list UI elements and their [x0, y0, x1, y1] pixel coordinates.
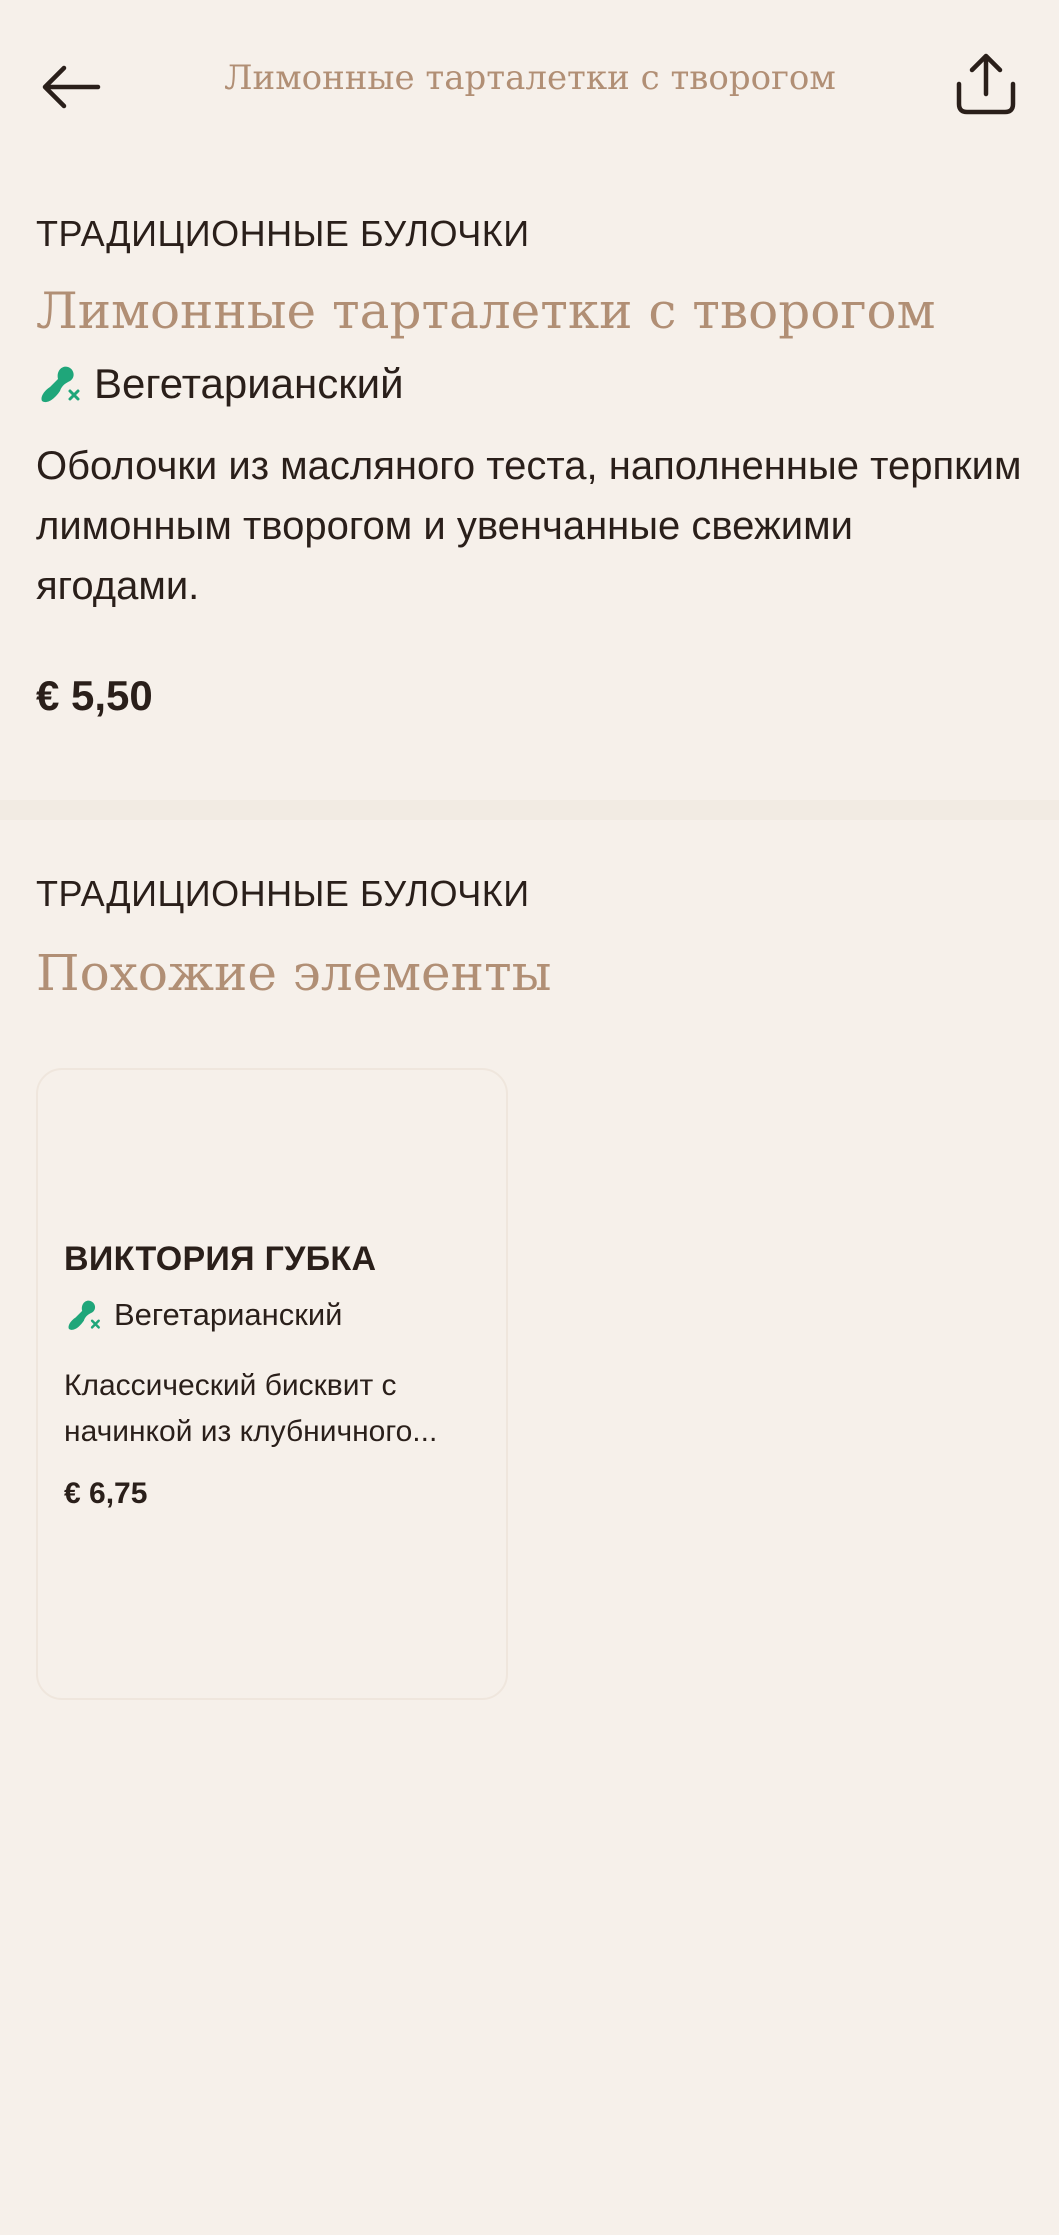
section-divider	[0, 800, 1059, 820]
related-item-content: ВИКТОРИЯ ГУБКА Вегетарианский Классическ…	[64, 1240, 494, 1511]
product-description: Оболочки из масляного теста, наполненные…	[36, 444, 1022, 608]
vegetarian-icon	[36, 361, 82, 407]
dietary-tag-label: Вегетарианский	[94, 360, 404, 407]
dietary-tag: Вегетарианский	[36, 358, 1026, 410]
related-item-card[interactable]: ВИКТОРИЯ ГУБКА Вегетарианский Классическ…	[36, 1068, 508, 1700]
product-title: Лимонные тарталетки с творогом	[36, 282, 936, 340]
related-category: ТРАДИЦИОННЫЕ БУЛОЧКИ	[36, 873, 530, 914]
related-section: ТРАДИЦИОННЫЕ БУЛОЧКИ Похожие элементы	[36, 870, 1026, 1006]
related-item-tag: Вегетарианский	[64, 1295, 494, 1335]
product-category: ТРАДИЦИОННЫЕ БУЛОЧКИ	[36, 213, 530, 254]
share-button[interactable]	[948, 46, 1024, 122]
share-icon	[956, 53, 1016, 115]
related-item-price: € 6,75	[64, 1477, 148, 1510]
related-title: Похожие элементы	[36, 944, 552, 1002]
back-button[interactable]	[36, 52, 106, 122]
product-details: ТРАДИЦИОННЫЕ БУЛОЧКИ Лимонные тарталетки…	[36, 210, 1026, 720]
related-item-description: Классический бисквит с начинкой из клубн…	[64, 1369, 438, 1448]
top-app-bar: Лимонные тарталетки с творогом	[0, 0, 1059, 170]
arrow-left-icon	[42, 65, 101, 109]
related-item-title: ВИКТОРИЯ ГУБКА	[64, 1240, 377, 1278]
vegetarian-icon	[64, 1296, 102, 1334]
header-title: Лимонные тарталетки с творогом	[224, 58, 836, 98]
product-price: € 5,50	[36, 672, 153, 719]
related-item-tag-label: Вегетарианский	[114, 1297, 343, 1332]
